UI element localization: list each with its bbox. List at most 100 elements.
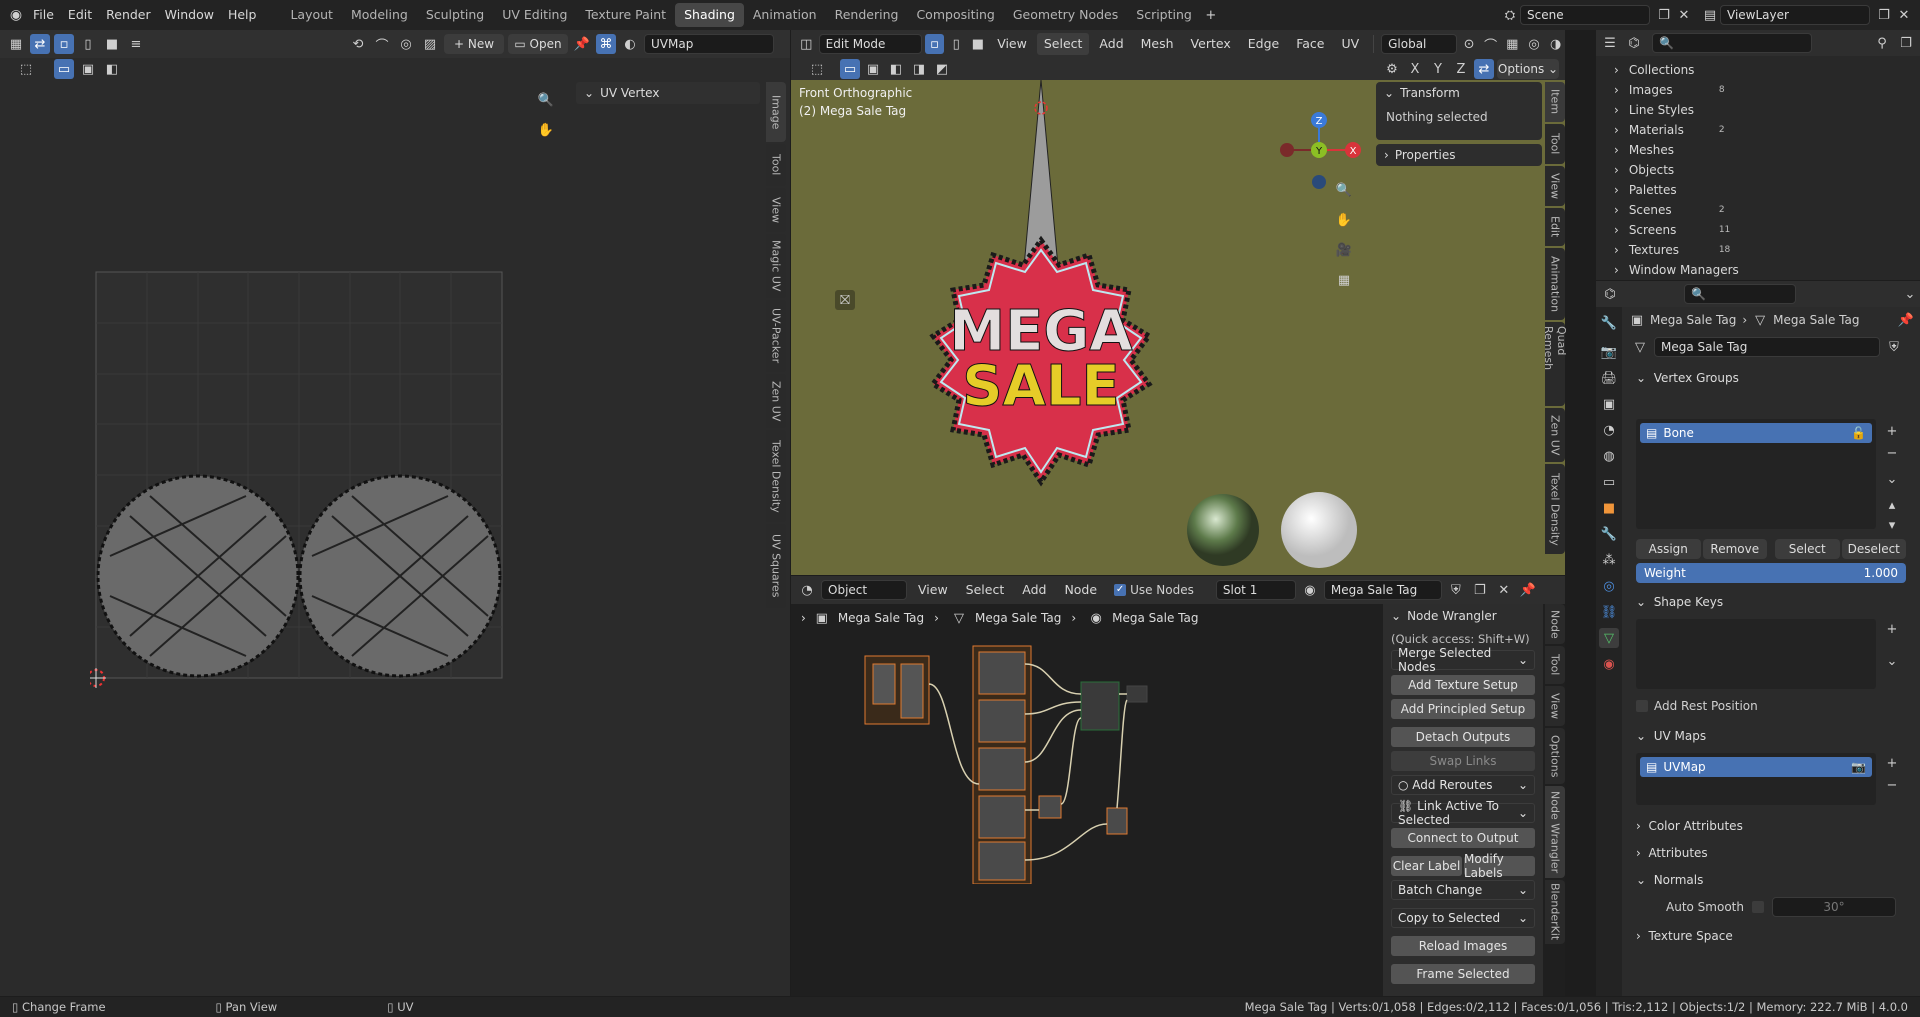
mega-sale-tag-mesh[interactable]: MEGA SALE xyxy=(891,50,1191,570)
blender-logo-icon[interactable]: ◉ xyxy=(6,5,26,25)
viewlayer-icon[interactable]: ▤ xyxy=(1700,5,1720,25)
remove-vgroup-icon[interactable]: − xyxy=(1882,443,1902,463)
move-down-icon[interactable]: ▾ xyxy=(1882,515,1902,535)
outliner-item[interactable]: › Line Styles xyxy=(1614,100,1920,120)
mirror-icon[interactable]: ⚙ xyxy=(1382,59,1402,79)
data-tab-icon[interactable]: ▽ xyxy=(1599,628,1619,648)
pin-icon[interactable]: 📌 xyxy=(1896,310,1916,330)
pin-icon[interactable]: 📌 xyxy=(572,34,592,54)
mode-new-icon[interactable]: ▭ xyxy=(840,59,860,79)
select-box-icon[interactable]: ⬚ xyxy=(807,59,827,79)
zoom-icon[interactable]: 🔍 xyxy=(1334,180,1354,200)
new-image-button[interactable]: + New xyxy=(444,34,504,54)
select-button[interactable]: Select xyxy=(1775,539,1840,559)
expand-arrow-icon[interactable]: › xyxy=(1614,183,1619,197)
duplicate-material-icon[interactable]: ❐ xyxy=(1470,580,1490,600)
sync-selection-icon[interactable]: ⇄ xyxy=(30,34,50,54)
remove-button[interactable]: Remove xyxy=(1702,539,1767,559)
expand-arrow-icon[interactable]: › xyxy=(1614,223,1619,237)
mirror-z[interactable]: Z xyxy=(1451,59,1471,79)
view-layer-tab-icon[interactable]: ▣ xyxy=(1599,394,1619,414)
menu-vertex[interactable]: Vertex xyxy=(1184,33,1238,55)
node[interactable] xyxy=(978,841,1026,881)
vp-tab-item[interactable]: Item xyxy=(1545,82,1565,122)
move-up-icon[interactable]: ▴ xyxy=(1882,495,1902,515)
nw-link-active-dropdown[interactable]: ⛓ Link Active To Selected ⌄ xyxy=(1391,799,1535,827)
expand-arrow-icon[interactable]: › xyxy=(1614,63,1619,77)
assign-button[interactable]: Assign xyxy=(1636,539,1701,559)
ne-tab-view[interactable]: View xyxy=(1545,686,1565,726)
chevron-down-icon[interactable]: ⌄ xyxy=(1900,284,1920,304)
vertex-select-icon[interactable]: ▫ xyxy=(54,34,74,54)
vp-tab-tool[interactable]: Tool xyxy=(1545,124,1565,164)
delete-scene-icon[interactable]: ✕ xyxy=(1674,5,1694,25)
filter-icon[interactable]: ⚲ xyxy=(1872,33,1892,53)
uv-tab-zen-uv[interactable]: Zen UV xyxy=(766,374,786,428)
mesh-name-field[interactable]: Mega Sale Tag xyxy=(1654,337,1880,357)
tab-sculpting[interactable]: Sculpting xyxy=(417,3,493,27)
collapse-arrow-icon[interactable]: ⌄ xyxy=(1384,86,1394,100)
node[interactable] xyxy=(978,747,1026,791)
menu-window[interactable]: Window xyxy=(158,0,221,30)
node[interactable] xyxy=(900,663,924,719)
outliner-item[interactable]: › Palettes xyxy=(1614,180,1920,200)
grid-icon[interactable]: ▦ xyxy=(1503,34,1522,54)
menu-file[interactable]: File xyxy=(26,0,61,30)
remove-uv-map-icon[interactable]: − xyxy=(1882,775,1902,795)
vp-tab-animation[interactable]: Animation xyxy=(1545,248,1565,320)
camera-icon[interactable]: 📷 xyxy=(1851,760,1866,774)
menu-uv[interactable]: UV xyxy=(1334,33,1366,55)
uv-map-item[interactable]: ▤ UVMap 📷 xyxy=(1640,757,1872,777)
render-tab-icon[interactable]: 📷 xyxy=(1599,342,1619,362)
expand-arrow-icon[interactable]: › xyxy=(1614,123,1619,137)
mirror-y[interactable]: Y xyxy=(1428,59,1448,79)
tab-modeling[interactable]: Modeling xyxy=(342,3,417,27)
viewlayer-field[interactable]: ViewLayer xyxy=(1720,5,1870,25)
fake-user-icon[interactable]: ⛨ xyxy=(1884,337,1904,357)
mode-extend-icon[interactable]: ▣ xyxy=(78,59,98,79)
face-select-icon[interactable]: ■ xyxy=(102,34,122,54)
menu-select[interactable]: Select xyxy=(959,579,1012,601)
outliner-item[interactable]: › Scenes 2 xyxy=(1614,200,1920,220)
uvmap-field[interactable]: UVMap xyxy=(644,34,774,54)
tab-uv-editing[interactable]: UV Editing xyxy=(493,3,576,27)
delete-viewlayer-icon[interactable]: ✕ xyxy=(1894,5,1914,25)
expand-arrow-icon[interactable]: › xyxy=(1614,263,1619,277)
nw-clear-label-button[interactable]: Clear Label xyxy=(1391,856,1462,876)
slot-dropdown[interactable]: Slot 1 xyxy=(1215,580,1296,600)
zoom-icon[interactable]: 🔍 xyxy=(536,90,556,110)
auto-merge-icon[interactable]: ⇄ xyxy=(1474,59,1494,79)
open-image-button[interactable]: ▭ Open xyxy=(508,34,568,54)
uv-tab-tool[interactable]: Tool xyxy=(766,144,786,186)
snap-icon[interactable]: ⌒ xyxy=(372,34,392,54)
color-attributes-header[interactable]: › Color Attributes xyxy=(1626,813,1743,839)
ne-tab-options[interactable]: Options xyxy=(1545,728,1565,784)
node-graph[interactable] xyxy=(851,644,1151,884)
tab-rendering[interactable]: Rendering xyxy=(826,3,908,27)
shape-keys-header[interactable]: ⌄ Shape Keys xyxy=(1626,589,1723,615)
object-type-dropdown[interactable]: Object xyxy=(821,580,907,600)
nw-copy-selected-dropdown[interactable]: Copy to Selected ⌄ xyxy=(1391,908,1535,928)
collection-tab-icon[interactable]: ▭ xyxy=(1599,472,1619,492)
node[interactable] xyxy=(978,699,1026,743)
menu-add[interactable]: Add xyxy=(1015,579,1053,601)
nw-connect-output-button[interactable]: Connect to Output xyxy=(1391,828,1535,848)
editor-type-icon[interactable]: ◫ xyxy=(797,34,816,54)
pivot-icon[interactable]: ⊙ xyxy=(1460,34,1479,54)
unlink-material-icon[interactable]: ✕ xyxy=(1494,580,1514,600)
tab-texture-paint[interactable]: Texture Paint xyxy=(576,3,675,27)
expand-arrow-icon[interactable]: › xyxy=(1614,103,1619,117)
fake-user-icon[interactable]: ⛨ xyxy=(1446,580,1466,600)
material-tab-icon[interactable]: ◉ xyxy=(1599,654,1619,674)
outliner-item[interactable]: › Images 8 xyxy=(1614,80,1920,100)
expand-arrow-icon[interactable]: › xyxy=(1614,83,1619,97)
navigation-gizmo[interactable]: Z Y X xyxy=(1269,86,1369,196)
nw-frame-selected-button[interactable]: Frame Selected xyxy=(1391,964,1535,984)
texture-space-header[interactable]: › Texture Space xyxy=(1626,923,1733,949)
add-uv-map-icon[interactable]: + xyxy=(1882,753,1902,773)
mode-subtract-icon[interactable]: ◧ xyxy=(102,59,122,79)
editor-type-icon[interactable]: ◔ xyxy=(797,580,817,600)
mesh-browse-icon[interactable]: ▽ xyxy=(1630,337,1650,357)
add-workspace-icon[interactable]: + xyxy=(1201,5,1221,25)
new-scene-icon[interactable]: ❐ xyxy=(1654,5,1674,25)
